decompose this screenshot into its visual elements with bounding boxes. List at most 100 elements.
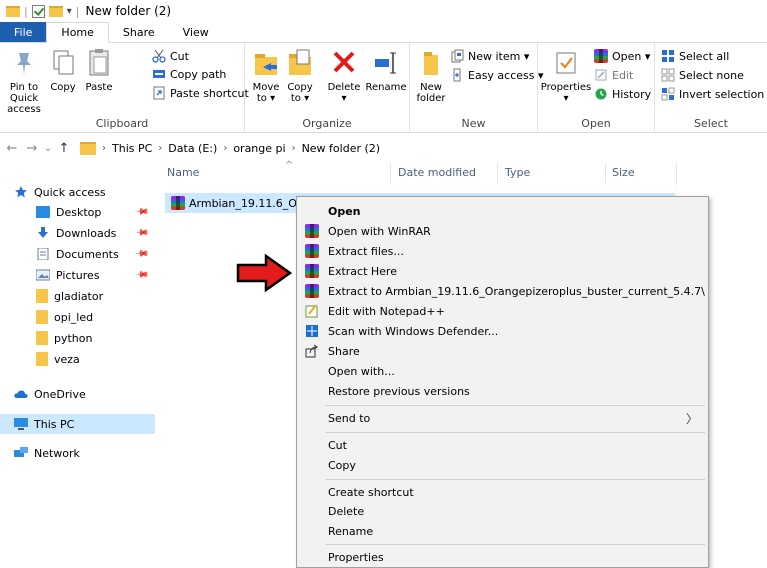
menu-item-create-shortcut[interactable]: Create shortcut xyxy=(297,482,708,502)
nav-item-pictures[interactable]: Pictures 📌 xyxy=(0,265,155,285)
menu-item-extract-files[interactable]: Extract files... xyxy=(297,241,708,261)
column-separator[interactable] xyxy=(497,163,498,185)
new-folder-icon[interactable] xyxy=(48,5,63,17)
history-button[interactable]: History xyxy=(594,87,651,101)
nav-this-pc[interactable]: This PC xyxy=(0,414,155,434)
copy-icon xyxy=(48,47,78,79)
paste-shortcut-label: Paste shortcut xyxy=(170,86,249,100)
column-date-modified[interactable]: Date modified xyxy=(398,166,476,179)
menu-item-extract-to[interactable]: Extract to Armbian_19.11.6_Orangepizerop… xyxy=(297,281,708,301)
breadcrumb-separator[interactable]: › xyxy=(292,143,296,154)
breadcrumb-new-folder-2[interactable]: New folder (2) xyxy=(302,142,381,155)
cut-button[interactable]: Cut xyxy=(152,49,189,63)
address-bar: ← → ⌄ ↑ › This PC › Data (E:) › orange p… xyxy=(0,134,767,162)
move-to-button[interactable]: Move to ▾ xyxy=(249,47,283,104)
menu-item-scan-defender[interactable]: Scan with Windows Defender... xyxy=(297,321,708,341)
recent-locations-chevron-icon[interactable]: ⌄ xyxy=(42,143,54,154)
menu-item-delete[interactable]: Delete xyxy=(297,501,708,521)
menu-item-restore-versions[interactable]: Restore previous versions xyxy=(297,381,708,401)
column-separator[interactable] xyxy=(390,163,391,185)
column-separator[interactable] xyxy=(605,163,606,185)
column-separator[interactable] xyxy=(676,163,677,185)
menu-item-extract-here[interactable]: Extract Here xyxy=(297,261,708,281)
easy-access-button[interactable]: Easy access ▾ xyxy=(450,68,544,82)
copy-to-label-2: to ▾ xyxy=(290,93,310,104)
menu-item-label: Extract to Armbian_19.11.6_Orangepizerop… xyxy=(328,284,705,298)
tab-home[interactable]: Home xyxy=(46,22,109,43)
pin-icon[interactable]: 📌 xyxy=(134,267,149,282)
nav-network-label: Network xyxy=(34,446,80,460)
breadcrumb-separator[interactable]: › xyxy=(223,143,227,154)
column-size[interactable]: Size xyxy=(612,166,635,179)
forward-arrow-icon[interactable]: → xyxy=(22,141,42,156)
breadcrumb-this-pc[interactable]: This PC xyxy=(112,142,152,155)
paste-button[interactable]: Paste xyxy=(82,47,116,93)
properties-button[interactable]: Properties ▾ xyxy=(540,47,592,104)
copy-to-icon xyxy=(285,47,315,79)
menu-separator xyxy=(325,432,705,433)
nav-onedrive[interactable]: OneDrive xyxy=(0,384,155,404)
paste-shortcut-button[interactable]: Paste shortcut xyxy=(152,86,249,100)
nav-item-python[interactable]: python xyxy=(0,328,155,348)
menu-item-properties[interactable]: Properties xyxy=(297,547,708,567)
menu-item-open-with-winrar[interactable]: Open with WinRAR xyxy=(297,221,708,241)
menu-item-edit-notepad[interactable]: Edit with Notepad++ xyxy=(297,301,708,321)
open-button[interactable]: Open ▾ xyxy=(594,49,650,63)
nav-item-desktop[interactable]: Desktop 📌 xyxy=(0,202,155,222)
copy-path-button[interactable]: Copy path xyxy=(152,67,226,81)
menu-item-share[interactable]: Share xyxy=(297,341,708,361)
column-name[interactable]: Name xyxy=(167,166,199,179)
pin-icon[interactable]: 📌 xyxy=(134,225,149,240)
history-label: History xyxy=(612,87,652,101)
winrar-icon xyxy=(305,224,319,238)
paste-label: Paste xyxy=(85,82,113,93)
menu-item-copy[interactable]: Copy xyxy=(297,455,708,475)
nav-item-gladiator[interactable]: gladiator xyxy=(0,286,155,306)
tab-share[interactable]: Share xyxy=(109,22,169,42)
tab-view[interactable]: View xyxy=(169,22,223,42)
select-all-button[interactable]: Select all xyxy=(661,49,729,63)
back-arrow-icon[interactable]: ← xyxy=(2,141,22,156)
nav-item-documents[interactable]: Documents 📌 xyxy=(0,244,155,264)
nav-item-opi-led[interactable]: opi_led xyxy=(0,307,155,327)
new-item-button[interactable]: New item ▾ xyxy=(450,49,529,63)
copy-to-button[interactable]: Copy to ▾ xyxy=(283,47,317,104)
pin-icon[interactable]: 📌 xyxy=(134,204,149,219)
delete-button[interactable]: Delete ▾ xyxy=(325,47,363,104)
menu-item-open[interactable]: Open xyxy=(297,201,708,221)
rename-button[interactable]: Rename xyxy=(365,47,407,93)
nav-network[interactable]: Network xyxy=(0,443,155,463)
new-folder-button[interactable]: New folder xyxy=(414,47,448,104)
quick-access-dropdown-icon[interactable]: ▾ xyxy=(67,6,72,17)
breadcrumb-data-e[interactable]: Data (E:) xyxy=(168,142,217,155)
menu-item-open-with[interactable]: Open with... xyxy=(297,361,708,381)
column-type[interactable]: Type xyxy=(505,166,530,179)
properties-check-icon[interactable] xyxy=(31,4,45,18)
folder-icon xyxy=(6,5,20,17)
edit-button[interactable]: Edit xyxy=(594,68,633,82)
nav-quick-access[interactable]: Quick access xyxy=(0,182,155,202)
winrar-archive-icon xyxy=(171,196,185,210)
select-group-label: Select xyxy=(694,117,728,130)
notepad-plus-plus-icon xyxy=(305,304,319,318)
nav-item-downloads[interactable]: Downloads 📌 xyxy=(0,223,155,243)
pin-to-quick-access-button[interactable]: Pin to Quick access xyxy=(2,47,46,115)
invert-selection-button[interactable]: Invert selection xyxy=(661,87,764,101)
menu-item-label: Open with... xyxy=(328,364,395,378)
tab-file[interactable]: File xyxy=(0,22,47,42)
breadcrumb-separator[interactable]: › xyxy=(158,143,162,154)
new-item-label: New item ▾ xyxy=(468,49,530,63)
menu-item-cut[interactable]: Cut xyxy=(297,435,708,455)
ribbon-tabs: File Home Share View xyxy=(0,22,767,43)
menu-item-send-to[interactable]: Send to 〉 xyxy=(297,408,708,428)
select-all-label: Select all xyxy=(679,49,730,63)
pin-icon[interactable]: 📌 xyxy=(134,246,149,261)
nav-item-veza[interactable]: veza xyxy=(0,349,155,369)
address-path[interactable]: › This PC › Data (E:) › orange pi › New … xyxy=(80,137,740,159)
select-none-button[interactable]: Select none xyxy=(661,68,744,82)
up-arrow-icon[interactable]: ↑ xyxy=(54,141,74,156)
breadcrumb-orange-pi[interactable]: orange pi xyxy=(233,142,285,155)
menu-item-rename[interactable]: Rename xyxy=(297,521,708,541)
copy-button[interactable]: Copy xyxy=(48,47,78,93)
winrar-icon xyxy=(305,284,319,298)
